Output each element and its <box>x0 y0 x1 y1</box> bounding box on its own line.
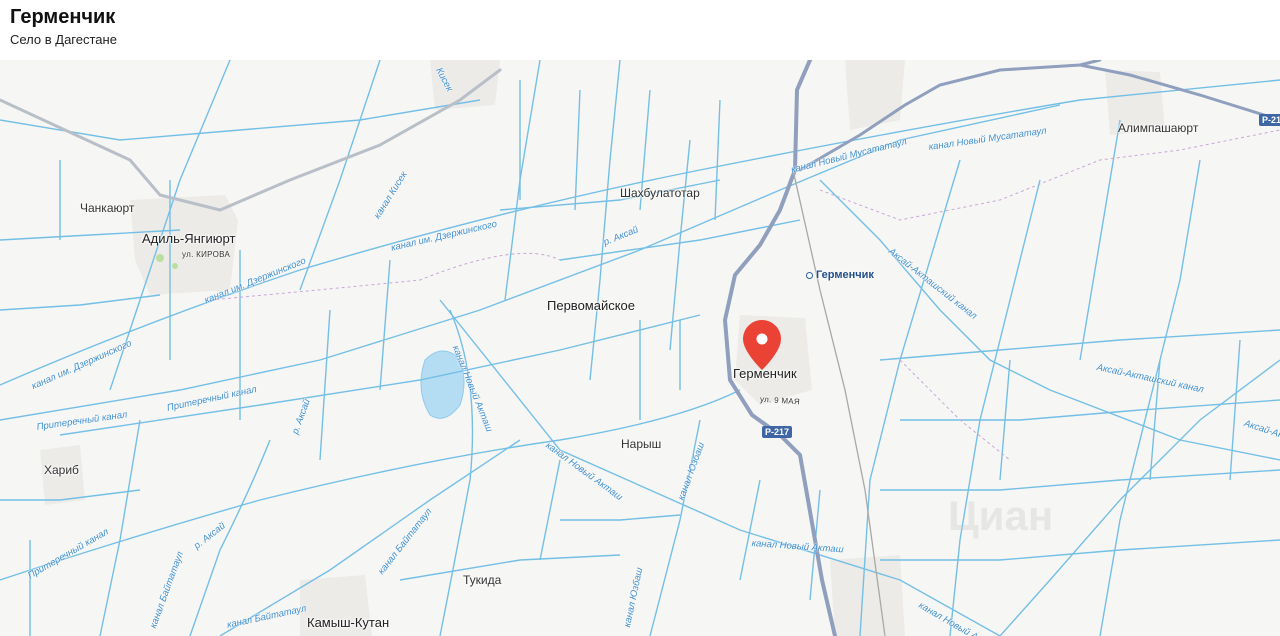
page-title: Герменчик <box>10 6 116 28</box>
street-kirova: ул. КИРОВА <box>182 250 231 259</box>
map-view[interactable]: Чанкаюрт Адиль-Янгиюрт ул. КИРОВА Шахбул… <box>0 60 1280 636</box>
page-subtitle: Село в Дагестане <box>10 32 117 47</box>
green-patch <box>156 254 164 262</box>
place-kharib[interactable]: Хариб <box>44 463 79 477</box>
station-label: Герменчик <box>816 269 874 281</box>
north-settlement-area <box>845 60 905 130</box>
page-header: Герменчик Село в Дагестане <box>0 0 1280 60</box>
place-chankayurt[interactable]: Чанкаюрт <box>80 201 134 215</box>
station-icon <box>806 271 813 279</box>
south-settlement-area <box>830 555 905 636</box>
road-badge-r217: Р-217 <box>762 426 793 438</box>
place-narysh[interactable]: Нарыш <box>621 437 661 451</box>
place-pervomayskoe[interactable]: Первомайское <box>547 298 635 313</box>
place-tukida[interactable]: Тукида <box>463 573 501 587</box>
map-canvas <box>0 60 1280 636</box>
place-adil-yangiyurt[interactable]: Адиль-Янгиюрт <box>142 231 235 246</box>
railway-station-germenchik[interactable]: Герменчик <box>806 269 874 281</box>
place-shakhbulatotar[interactable]: Шахбулатотар <box>620 186 700 200</box>
watermark: Циан <box>948 492 1054 539</box>
road-badge-r217-east: Р-217 <box>1259 114 1280 126</box>
location-pin-icon[interactable] <box>742 319 782 371</box>
place-alimpashayurt[interactable]: Алимпашаюрт <box>1118 121 1198 135</box>
place-kamysh-kutan[interactable]: Камыш-Кутан <box>307 615 389 630</box>
green-patch <box>172 263 178 269</box>
